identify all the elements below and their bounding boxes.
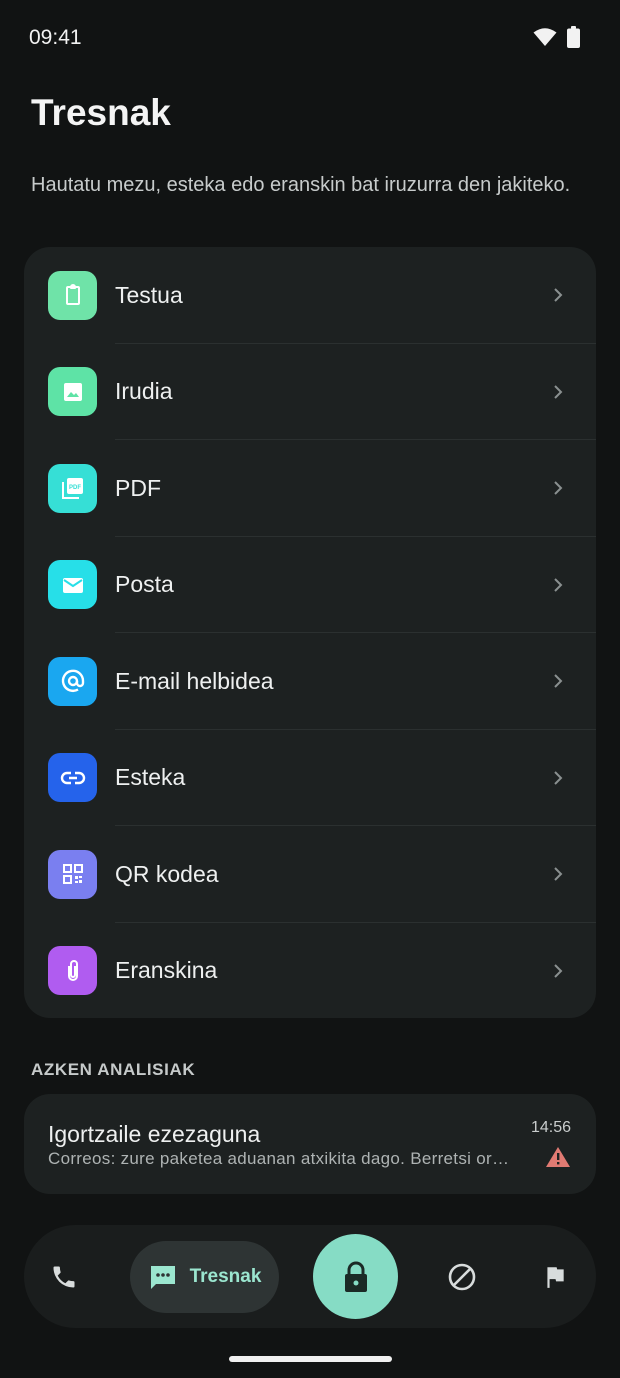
tool-label: E-mail helbidea <box>115 667 274 694</box>
nav-tools-label: Tresnak <box>189 1266 262 1287</box>
section-label-recent: AZKEN ANALISIAK <box>31 1060 196 1079</box>
chevron-right-icon <box>554 481 563 495</box>
warning-icon <box>546 1147 570 1167</box>
tool-label: Testua <box>115 281 183 308</box>
tool-label: PDF <box>115 474 161 501</box>
qr-code-icon <box>48 849 97 899</box>
message-icon <box>150 1266 175 1289</box>
wifi-icon <box>533 28 557 46</box>
at-sign-icon <box>48 656 97 706</box>
recent-analysis-item[interactable]: Igortzaile ezezaguna Correos: zure paket… <box>24 1094 596 1194</box>
chevron-right-icon <box>554 288 563 302</box>
page-title: Tresnak <box>31 92 171 133</box>
tool-label: Irudia <box>115 378 173 405</box>
pdf-icon: PDF <box>48 463 97 513</box>
image-icon <box>48 367 97 417</box>
status-bar: 09:41 <box>0 0 620 76</box>
tool-label: QR kodea <box>115 860 219 887</box>
phone-icon <box>53 1266 75 1288</box>
nav-reports[interactable] <box>531 1257 579 1297</box>
tool-item-image[interactable]: Irudia <box>24 344 596 440</box>
recent-time: 14:56 <box>530 1119 571 1136</box>
nav-blocked[interactable] <box>438 1257 486 1297</box>
status-time: 09:41 <box>29 26 82 49</box>
mail-icon <box>48 560 97 610</box>
tool-item-qr-code[interactable]: QR kodea <box>24 826 596 923</box>
svg-text:PDF: PDF <box>69 485 81 491</box>
chevron-right-icon <box>554 867 563 881</box>
battery-icon <box>567 26 580 48</box>
tool-label: Esteka <box>115 764 186 791</box>
chevron-right-icon <box>554 674 563 688</box>
chevron-right-icon <box>554 578 563 592</box>
home-indicator[interactable] <box>229 1356 392 1362</box>
recent-preview: Correos: zure paketea aduanan atxikita d… <box>48 1149 518 1168</box>
lock-icon <box>344 1261 367 1292</box>
chevron-right-icon <box>554 964 563 978</box>
nav-calls[interactable] <box>40 1257 88 1297</box>
tool-label: Eranskina <box>115 957 218 984</box>
bottom-nav: Tresnak <box>24 1225 596 1328</box>
tools-list: Testua Irudia PDF PDF Posta E-mail helbi… <box>24 247 596 1018</box>
tool-item-email-address[interactable]: E-mail helbidea <box>24 633 596 730</box>
protection-button[interactable] <box>313 1234 398 1319</box>
chevron-right-icon <box>554 385 563 399</box>
link-icon <box>48 753 97 803</box>
recent-sender: Igortzaile ezezaguna <box>48 1121 261 1147</box>
status-icons <box>533 26 580 48</box>
tool-item-mail[interactable]: Posta <box>24 537 596 633</box>
tool-item-attachment[interactable]: Eranskina <box>24 923 596 1019</box>
clipboard-icon <box>48 270 97 320</box>
page-subtitle: Hautatu mezu, esteka edo eranskin bat ir… <box>31 174 571 196</box>
block-icon <box>448 1263 476 1291</box>
tool-label: Posta <box>115 571 174 598</box>
paperclip-icon <box>48 946 97 996</box>
chevron-right-icon <box>554 771 563 785</box>
nav-tools[interactable]: Tresnak <box>130 1241 279 1313</box>
flag-icon <box>547 1267 564 1288</box>
tool-item-link[interactable]: Esteka <box>24 730 596 826</box>
tool-item-text[interactable]: Testua <box>24 247 596 344</box>
tool-item-pdf[interactable]: PDF PDF <box>24 440 596 537</box>
